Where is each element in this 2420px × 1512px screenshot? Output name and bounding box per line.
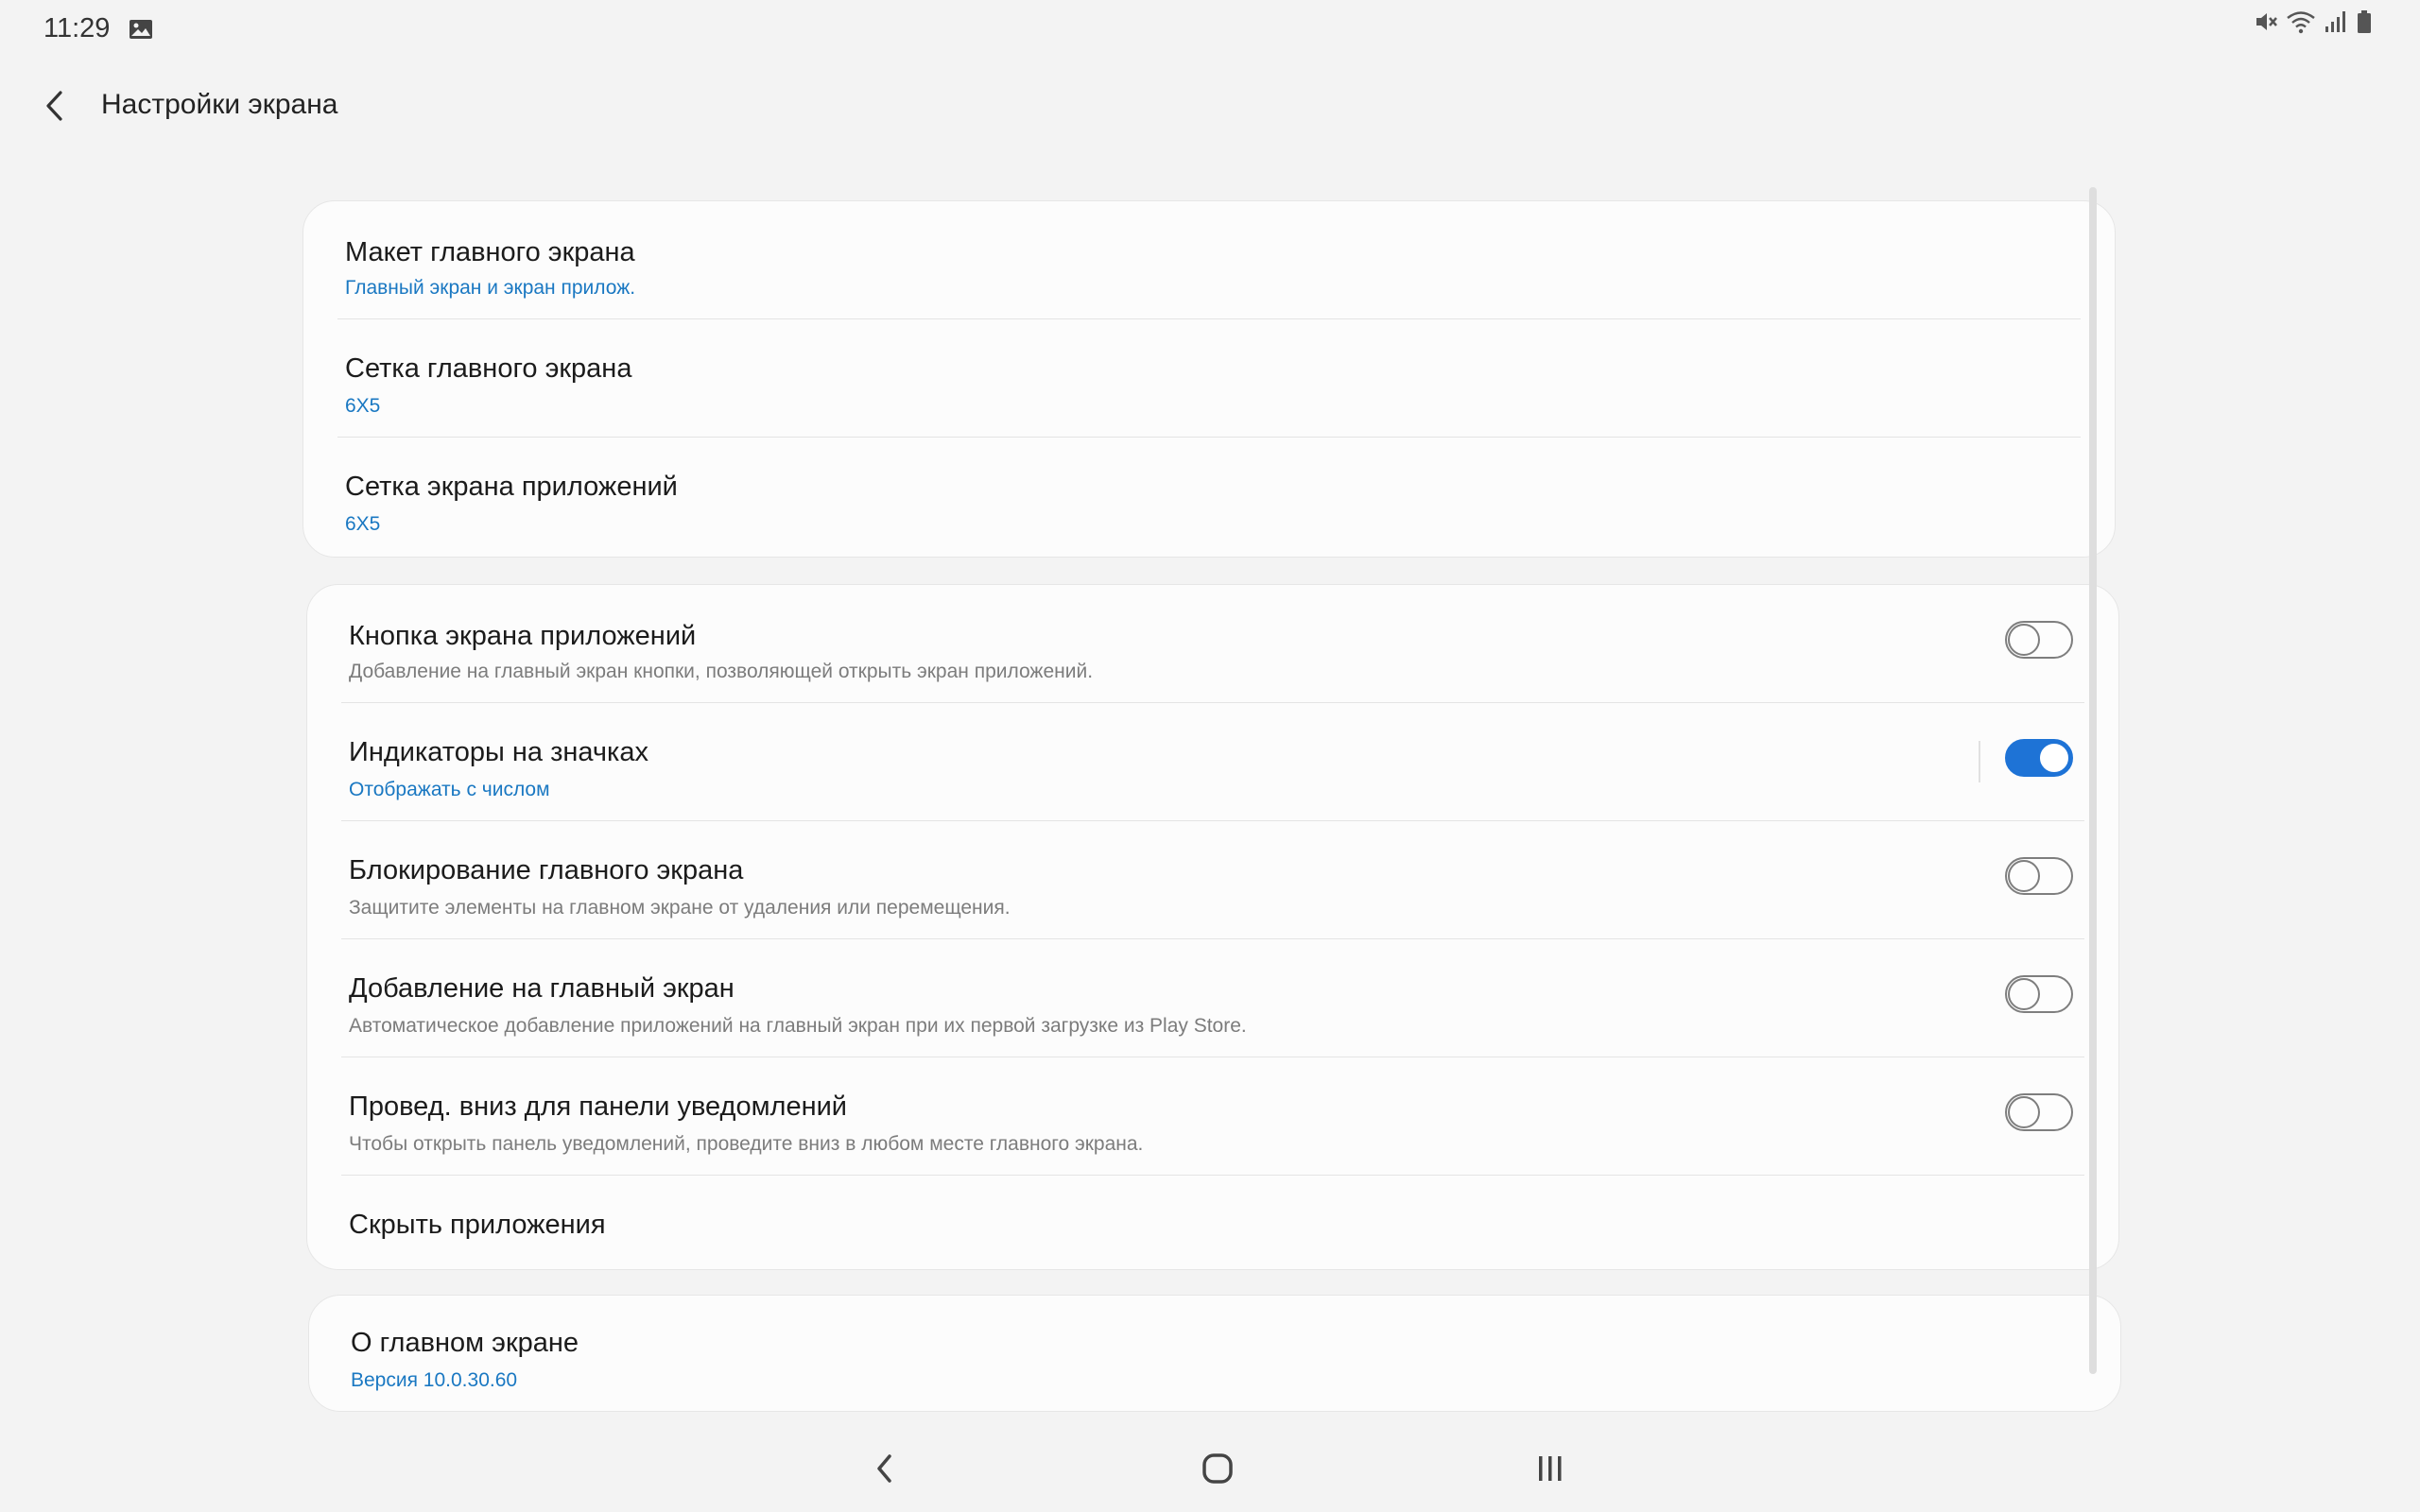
- list-item-title: Сетка главного экрана: [345, 353, 632, 384]
- list-item-swipe-down[interactable]: Провед. вниз для панели уведомлений Чтоб…: [307, 1057, 2118, 1175]
- list-item-apps-screen-grid[interactable]: Сетка экрана приложений 6X5: [303, 438, 2115, 555]
- list-item-add-to-home[interactable]: Добавление на главный экран Автоматическ…: [307, 939, 2118, 1057]
- list-item-apps-button[interactable]: Кнопка экрана приложений Добавление на г…: [307, 585, 2118, 702]
- nav-home-button[interactable]: [1189, 1442, 1246, 1499]
- list-item-title: Добавление на главный экран: [349, 973, 735, 1004]
- back-icon: [873, 1452, 896, 1490]
- settings-group-layout: Макет главного экрана Главный экран и эк…: [302, 200, 2116, 558]
- list-item-title: О главном экране: [351, 1328, 579, 1358]
- list-item-home-screen-layout[interactable]: Макет главного экрана Главный экран и эк…: [303, 201, 2115, 318]
- toggle-knob: [2008, 624, 2040, 656]
- gallery-icon: [129, 19, 153, 40]
- list-item-subtitle: Чтобы открыть панель уведомлений, провед…: [349, 1133, 1144, 1155]
- apps-button-toggle[interactable]: [2005, 621, 2073, 659]
- list-item-subtitle: 6X5: [345, 513, 381, 535]
- list-item-title: Макет главного экрана: [345, 237, 635, 267]
- list-item-badges[interactable]: Индикаторы на значках Отображать с число…: [307, 703, 2118, 820]
- lock-layout-toggle[interactable]: [2005, 857, 2073, 895]
- wifi-icon: [2286, 9, 2316, 34]
- toggle-knob: [2008, 978, 2040, 1010]
- badges-toggle[interactable]: [2005, 739, 2073, 777]
- list-item-lock-layout[interactable]: Блокирование главного экрана Защитите эл…: [307, 821, 2118, 938]
- back-button[interactable]: [32, 85, 78, 130]
- list-item-title: Кнопка экрана приложений: [349, 621, 697, 651]
- add-to-home-toggle[interactable]: [2005, 975, 2073, 1013]
- toggle-knob: [2008, 860, 2040, 892]
- list-item-subtitle: Автоматическое добавление приложений на …: [349, 1015, 1247, 1037]
- list-item-title: Скрыть приложения: [349, 1210, 606, 1240]
- app-header: Настройки экрана: [0, 77, 2420, 134]
- settings-group-options: Кнопка экрана приложений Добавление на г…: [306, 584, 2119, 1270]
- chevron-left-icon: [43, 89, 66, 128]
- status-bar: 11:29: [0, 0, 2420, 59]
- list-item-title: Сетка экрана приложений: [345, 472, 678, 502]
- swipe-down-toggle[interactable]: [2005, 1093, 2073, 1131]
- scrollbar[interactable]: [2089, 187, 2097, 1374]
- list-item-subtitle: 6X5: [345, 395, 381, 417]
- page-title: Настройки экрана: [101, 89, 338, 120]
- recents-icon: [1533, 1452, 1567, 1490]
- list-item-subtitle: Версия 10.0.30.60: [351, 1369, 518, 1391]
- list-item-title: Блокирование главного экрана: [349, 855, 744, 885]
- settings-group-about: О главном экране Версия 10.0.30.60: [308, 1295, 2121, 1412]
- navigation-bar: [0, 1425, 2420, 1512]
- battery-icon: [2356, 9, 2373, 34]
- vertical-separator: [1979, 741, 1980, 782]
- list-item-hide-apps[interactable]: Скрыть приложения: [307, 1176, 2118, 1270]
- list-item-title: Провед. вниз для панели уведомлений: [349, 1091, 847, 1122]
- list-item-title: Индикаторы на значках: [349, 737, 648, 767]
- list-item-subtitle: Защитите элементы на главном экране от у…: [349, 897, 1011, 919]
- signal-icon: [2324, 9, 2348, 34]
- status-icons: [2254, 6, 2373, 38]
- toggle-knob: [2008, 1096, 2040, 1128]
- list-item-subtitle: Отображать с числом: [349, 779, 550, 800]
- list-item-home-screen-grid[interactable]: Сетка главного экрана 6X5: [303, 319, 2115, 437]
- toggle-knob: [2038, 742, 2070, 774]
- mute-icon: [2254, 9, 2278, 34]
- list-item-subtitle: Добавление на главный экран кнопки, позв…: [349, 661, 1094, 682]
- list-item-about-home[interactable]: О главном экране Версия 10.0.30.60: [309, 1296, 2120, 1413]
- status-time: 11:29: [43, 13, 111, 43]
- home-icon: [1201, 1452, 1235, 1490]
- list-item-subtitle: Главный экран и экран прилож.: [345, 277, 636, 299]
- nav-back-button[interactable]: [856, 1442, 913, 1499]
- nav-recents-button[interactable]: [1522, 1442, 1579, 1499]
